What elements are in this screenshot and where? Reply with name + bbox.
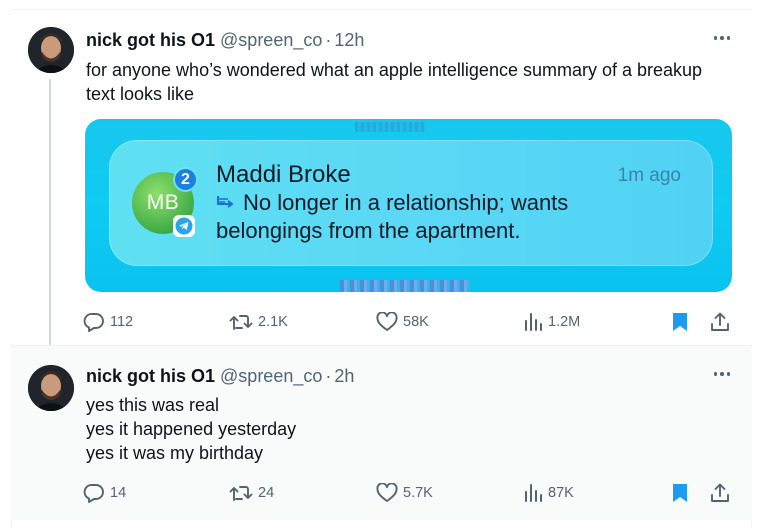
retweet-button[interactable]: 2.1K xyxy=(229,307,288,337)
thread-connector-line xyxy=(49,79,51,346)
tweet-text-line: yes this was real xyxy=(86,395,220,415)
separator: · xyxy=(325,365,332,386)
more-icon[interactable] xyxy=(710,366,734,382)
tweet-actions: 112 2.1K 58K 1.2M xyxy=(77,307,747,337)
tweet-header: nick got his O1 @spreen_co · 12h xyxy=(86,28,364,52)
tweet[interactable]: nick got his O1 @spreen_co · 12h for any… xyxy=(11,10,752,346)
tweet-text-line: for anyone who’s wondered what an apple … xyxy=(86,60,703,80)
author-handle[interactable]: @spreen_co xyxy=(220,366,322,387)
tweet-actions: 14 24 5.7K 87K xyxy=(77,478,747,508)
author-handle[interactable]: @spreen_co xyxy=(220,30,322,51)
view-count: 87K xyxy=(548,485,574,501)
notification-time: 1m ago xyxy=(617,165,681,186)
tweet-time[interactable]: 12h xyxy=(334,30,364,51)
bookmark-button[interactable] xyxy=(671,307,689,337)
avatar[interactable] xyxy=(28,27,74,73)
like-button[interactable]: 5.7K xyxy=(376,478,433,508)
share-icon xyxy=(711,483,729,502)
views-icon xyxy=(525,313,542,331)
like-count: 58K xyxy=(403,314,429,330)
bookmark-icon xyxy=(673,484,687,502)
share-icon xyxy=(711,312,729,331)
tweet-text: for anyone who’s wondered what an apple … xyxy=(86,58,736,106)
view-count: 1.2M xyxy=(548,314,581,330)
retweet-count: 24 xyxy=(258,485,275,501)
retweet-icon xyxy=(229,486,253,501)
tweet-text-line: text looks like xyxy=(86,84,195,104)
avatar[interactable] xyxy=(28,365,74,411)
retweet-button[interactable]: 24 xyxy=(229,478,274,508)
notification-card: MB 2 Maddi Broke 1m ago No longer in a r… xyxy=(109,140,713,266)
tweet-media-image[interactable]: MB 2 Maddi Broke 1m ago No longer in a r… xyxy=(85,119,732,292)
reply-count: 112 xyxy=(110,314,134,330)
retweet-icon xyxy=(229,315,253,330)
views-icon xyxy=(525,484,542,502)
like-count: 5.7K xyxy=(403,485,433,501)
author-name[interactable]: nick got his O1 xyxy=(86,30,215,51)
reply-icon xyxy=(83,484,104,503)
summary-line: No longer in a relationship; wants xyxy=(243,190,569,215)
reply-button[interactable]: 112 xyxy=(83,307,133,337)
like-icon xyxy=(376,483,398,502)
reply-icon xyxy=(83,313,104,332)
telegram-icon xyxy=(173,215,195,237)
bookmark-button[interactable] xyxy=(671,478,689,508)
summary-text: No longer in a relationship; wants belon… xyxy=(216,189,568,245)
sender-name: Maddi Broke xyxy=(216,161,351,188)
tweet-text-line: yes it happened yesterday xyxy=(86,419,297,439)
tweet-text-line: yes it was my birthday xyxy=(86,443,264,463)
reply-count: 14 xyxy=(110,485,127,501)
retweet-count: 2.1K xyxy=(258,314,288,330)
tweet-text: yes this was real yes it happened yester… xyxy=(86,393,736,465)
share-button[interactable] xyxy=(709,478,731,508)
media-background-strip xyxy=(340,280,470,292)
author-name[interactable]: nick got his O1 xyxy=(86,366,215,387)
like-button[interactable]: 58K xyxy=(376,307,429,337)
tweet-header: nick got his O1 @spreen_co · 2h xyxy=(86,364,354,388)
share-button[interactable] xyxy=(709,307,731,337)
like-icon xyxy=(376,312,398,331)
views-button[interactable]: 1.2M xyxy=(523,307,580,337)
views-button[interactable]: 87K xyxy=(523,478,574,508)
media-status-strip xyxy=(355,122,425,132)
more-icon[interactable] xyxy=(710,30,734,46)
summary-line: belongings from the apartment. xyxy=(216,218,521,243)
tweet-time[interactable]: 2h xyxy=(334,366,354,387)
tweet[interactable]: nick got his O1 @spreen_co · 2h yes this… xyxy=(11,345,752,520)
bookmark-icon xyxy=(673,313,687,331)
separator: · xyxy=(325,29,332,50)
unread-badge: 2 xyxy=(173,167,198,192)
reply-button[interactable]: 14 xyxy=(83,478,126,508)
summary-icon xyxy=(216,191,237,209)
